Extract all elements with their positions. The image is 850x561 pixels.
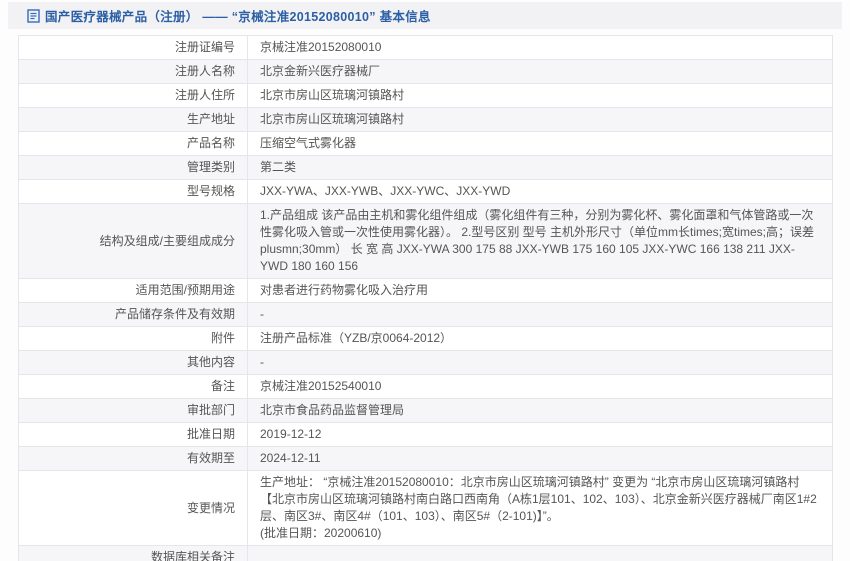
field-label: 注册人名称 (19, 60, 248, 84)
document-icon (27, 9, 40, 23)
table-row: 产品储存条件及有效期 - (19, 303, 833, 327)
field-label: 有效期至 (19, 447, 248, 471)
table-row: 审批部门 北京市食品药品监督管理局 (19, 399, 833, 423)
field-label: 结构及组成/主要组成成分 (19, 204, 248, 279)
info-table-container: 注册证编号 京械注准20152080010 注册人名称 北京金新兴医疗器械厂 注… (18, 35, 833, 561)
page-title: 国产医疗器械产品（注册） —— “京械注准20152080010” 基本信息 (45, 6, 431, 25)
field-value: 2019-12-12 (248, 423, 833, 447)
field-label: 审批部门 (19, 399, 248, 423)
table-row: 附件 注册产品标准（YZB/京0064-2012） (19, 327, 833, 351)
field-value: 北京金新兴医疗器械厂 (248, 60, 833, 84)
registration-info-table: 注册证编号 京械注准20152080010 注册人名称 北京金新兴医疗器械厂 注… (18, 35, 833, 561)
field-label: 其他内容 (19, 351, 248, 375)
table-row: 型号规格 JXX-YWA、JXX-YWB、JXX-YWC、JXX-YWD (19, 180, 833, 204)
field-label: 附件 (19, 327, 248, 351)
table-row: 其他内容 - (19, 351, 833, 375)
field-value: 注册产品标准（YZB/京0064-2012） (248, 327, 833, 351)
page: 国产医疗器械产品（注册） —— “京械注准20152080010” 基本信息 注… (0, 2, 850, 561)
table-row: 注册人名称 北京金新兴医疗器械厂 (19, 60, 833, 84)
field-label: 批准日期 (19, 423, 248, 447)
field-label: 产品储存条件及有效期 (19, 303, 248, 327)
field-label: 注册证编号 (19, 36, 248, 60)
field-value: 1.产品组成 该产品由主机和雾化组件组成（雾化组件有三种，分别为雾化杯、雾化面罩… (248, 204, 833, 279)
field-label: 变更情况 (19, 471, 248, 546)
field-value: 北京市房山区琉璃河镇路村 (248, 108, 833, 132)
field-value: 北京市房山区琉璃河镇路村 (248, 84, 833, 108)
table-row: 数据库相关备注 (19, 546, 833, 561)
field-label: 生产地址 (19, 108, 248, 132)
field-label: 数据库相关备注 (19, 546, 248, 561)
field-value (248, 546, 833, 561)
field-label: 备注 (19, 375, 248, 399)
field-label: 适用范围/预期用途 (19, 279, 248, 303)
table-row: 注册人住所 北京市房山区琉璃河镇路村 (19, 84, 833, 108)
table-row: 管理类别 第二类 (19, 156, 833, 180)
field-label: 注册人住所 (19, 84, 248, 108)
section-header: 国产医疗器械产品（注册） —— “京械注准20152080010” 基本信息 (8, 2, 842, 29)
table-row: 结构及组成/主要组成成分 1.产品组成 该产品由主机和雾化组件组成（雾化组件有三… (19, 204, 833, 279)
field-value: 北京市食品药品监督管理局 (248, 399, 833, 423)
field-value: 京械注准20152540010 (248, 375, 833, 399)
table-row: 生产地址 北京市房山区琉璃河镇路村 (19, 108, 833, 132)
field-label: 型号规格 (19, 180, 248, 204)
field-label: 管理类别 (19, 156, 248, 180)
table-row: 有效期至 2024-12-11 (19, 447, 833, 471)
table-row: 批准日期 2019-12-12 (19, 423, 833, 447)
field-value: - (248, 351, 833, 375)
field-value: 对患者进行药物雾化吸入治疗用 (248, 279, 833, 303)
table-row: 备注 京械注准20152540010 (19, 375, 833, 399)
field-value: 2024-12-11 (248, 447, 833, 471)
field-value: 压缩空气式雾化器 (248, 132, 833, 156)
field-value: 生产地址： “京械注准20152080010：北京市房山区琉璃河镇路村” 变更为… (248, 471, 833, 546)
table-row: 适用范围/预期用途 对患者进行药物雾化吸入治疗用 (19, 279, 833, 303)
field-value: 第二类 (248, 156, 833, 180)
field-value: JXX-YWA、JXX-YWB、JXX-YWC、JXX-YWD (248, 180, 833, 204)
field-value: - (248, 303, 833, 327)
table-row: 产品名称 压缩空气式雾化器 (19, 132, 833, 156)
field-label: 产品名称 (19, 132, 248, 156)
field-value: 京械注准20152080010 (248, 36, 833, 60)
table-row: 变更情况 生产地址： “京械注准20152080010：北京市房山区琉璃河镇路村… (19, 471, 833, 546)
table-row: 注册证编号 京械注准20152080010 (19, 36, 833, 60)
